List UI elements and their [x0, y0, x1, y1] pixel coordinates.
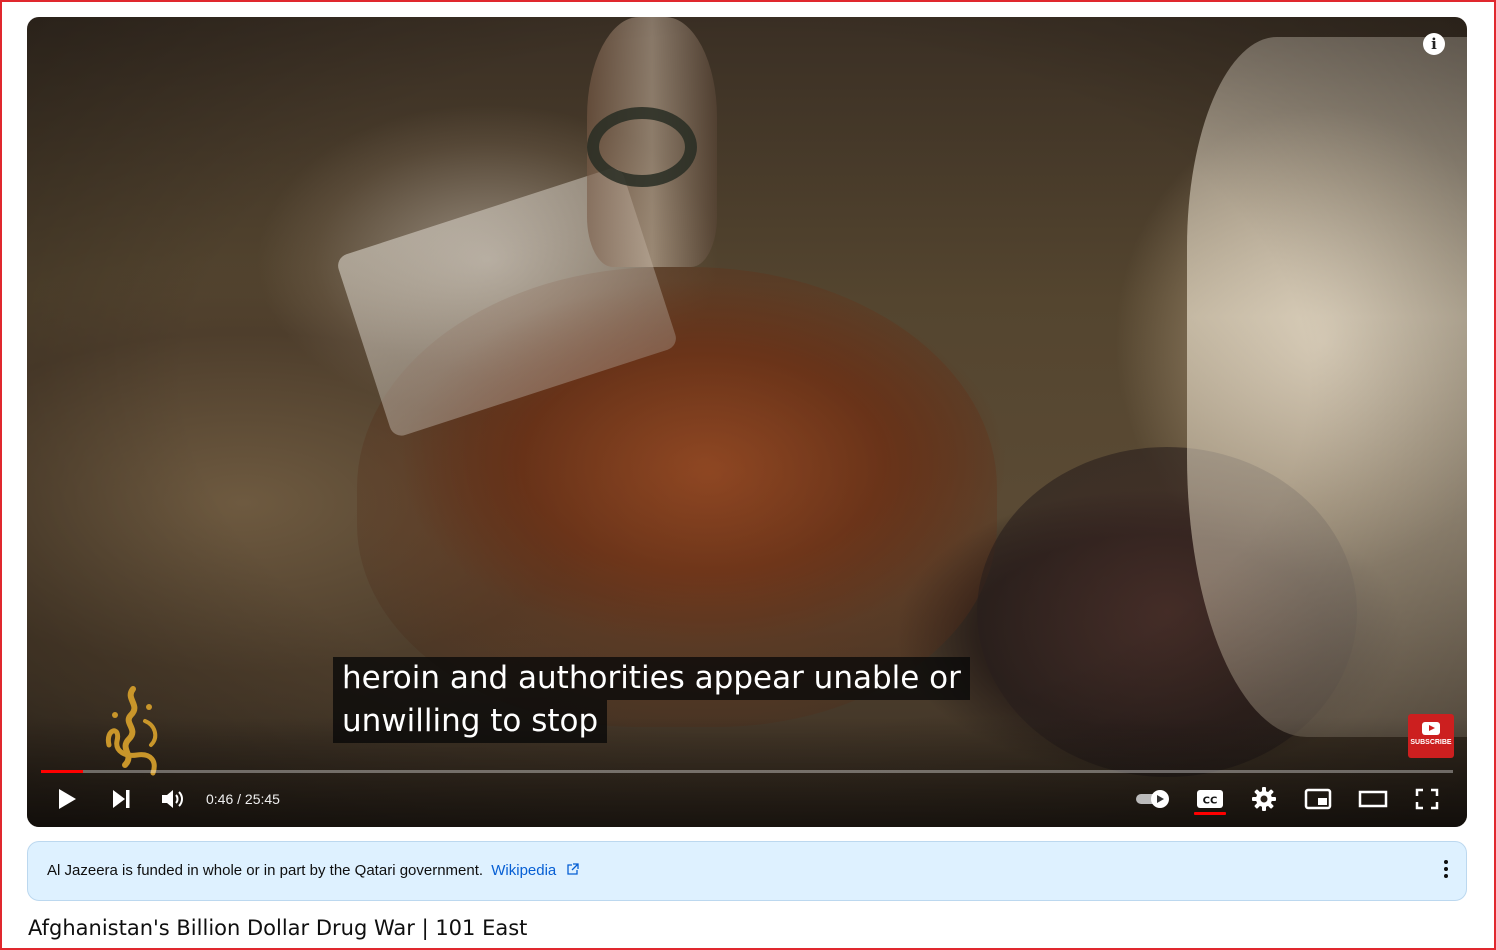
- video-title: Afghanistan's Billion Dollar Drug War | …: [28, 916, 528, 940]
- next-icon: [113, 790, 130, 808]
- caption-line-2: unwilling to stop: [333, 700, 608, 743]
- settings-button[interactable]: [1245, 779, 1283, 819]
- subscribe-label: SUBSCRIBE: [1410, 739, 1452, 746]
- funding-notice: Al Jazeera is funded in whole or in part…: [47, 842, 580, 900]
- svg-text:CC: CC: [1203, 796, 1218, 807]
- subscribe-watermark-button[interactable]: SUBSCRIBE: [1408, 714, 1454, 758]
- next-button[interactable]: [103, 779, 139, 819]
- info-icon[interactable]: i: [1423, 33, 1445, 55]
- progress-bar[interactable]: [41, 770, 1453, 773]
- play-button[interactable]: [49, 779, 85, 819]
- theater-mode-icon: [1358, 790, 1388, 808]
- autoplay-toggle-icon: [1136, 790, 1169, 808]
- youtube-play-icon: [1422, 722, 1440, 735]
- gear-icon: [1252, 787, 1276, 811]
- subtitles-button[interactable]: CC: [1191, 779, 1229, 819]
- theater-mode-button[interactable]: [1353, 779, 1393, 819]
- caption-window: heroin and authorities appear unable or …: [333, 657, 970, 743]
- external-link-icon[interactable]: [566, 863, 580, 876]
- subtitles-active-indicator: [1194, 812, 1226, 815]
- miniplayer-icon: [1304, 788, 1332, 810]
- closed-captions-icon: CC: [1197, 790, 1223, 808]
- time-display: 0:46 / 25:45: [206, 791, 280, 807]
- volume-icon: [162, 790, 183, 808]
- channel-watermark-logo: [105, 686, 158, 776]
- fullscreen-button[interactable]: [1409, 779, 1445, 819]
- player-controls: 0:46 / 25:45 CC: [27, 779, 1467, 819]
- video-player[interactable]: i heroin and authorities appear unable o…: [27, 17, 1467, 827]
- information-panel: Al Jazeera is funded in whole or in part…: [27, 841, 1467, 901]
- caption-line-1: heroin and authorities appear unable or: [333, 657, 970, 700]
- wikipedia-link[interactable]: Wikipedia: [491, 862, 556, 879]
- funding-notice-text: Al Jazeera is funded in whole or in part…: [47, 862, 484, 879]
- autoplay-toggle[interactable]: [1131, 779, 1175, 819]
- miniplayer-button[interactable]: [1299, 779, 1337, 819]
- progress-played: [41, 770, 84, 773]
- fullscreen-icon: [1415, 788, 1439, 810]
- play-icon: [59, 789, 76, 809]
- more-options-icon[interactable]: [1442, 860, 1450, 882]
- mute-button[interactable]: [155, 779, 191, 819]
